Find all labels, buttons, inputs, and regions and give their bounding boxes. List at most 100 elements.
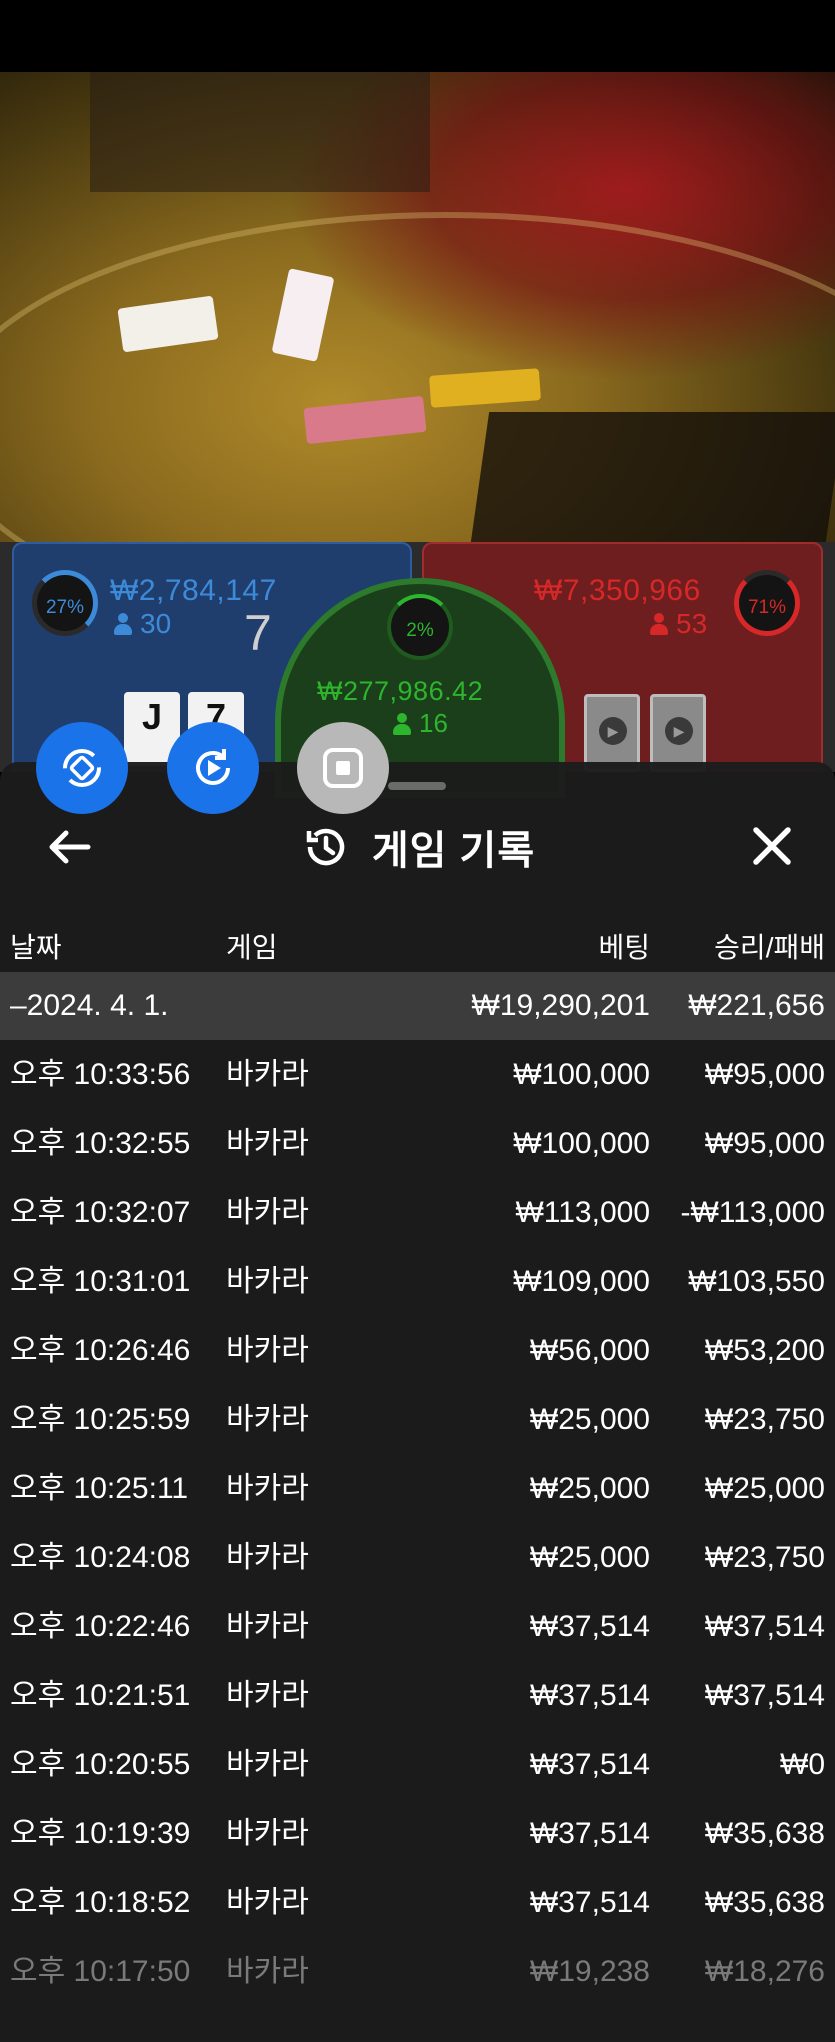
history-row[interactable]: 오후 10:24:08 바카라 ₩25,000 ₩23,750 — [0, 1523, 835, 1592]
title-text: 게임 기록 — [371, 829, 536, 873]
history-row[interactable]: 오후 10:21:51 바카라 ₩37,514 ₩37,514 — [0, 1661, 835, 1730]
player-score: 7 — [244, 605, 272, 661]
row-winloss: -₩113,000 — [680, 1196, 825, 1229]
row-bet: ₩37,514 — [529, 1817, 650, 1850]
player-percent-ring: 27% — [32, 570, 98, 636]
row-time: 오후 10:25:11 — [10, 1472, 189, 1505]
row-bet: ₩25,000 — [529, 1472, 650, 1505]
row-winloss: ₩18,276 — [704, 1955, 825, 1988]
row-game: 바카라 — [226, 1265, 309, 1298]
row-bet: ₩37,514 — [529, 1679, 650, 1712]
row-winloss: ₩103,550 — [688, 1265, 825, 1298]
row-winloss: ₩25,000 — [704, 1472, 825, 1505]
row-time: 오후 10:20:55 — [10, 1748, 191, 1781]
history-row[interactable]: 오후 10:17:50 바카라 ₩19,238 ₩18,276 — [0, 1937, 835, 2006]
row-game: 바카라 — [226, 1679, 309, 1712]
row-bet: ₩19,238 — [529, 1955, 650, 1988]
player-percent: 27% — [45, 597, 85, 618]
banker-card-back — [584, 694, 640, 772]
replay-button[interactable] — [167, 722, 259, 814]
row-winloss: ₩95,000 — [704, 1058, 825, 1091]
row-time: 오후 10:18:52 — [10, 1886, 191, 1919]
rotate-icon — [63, 749, 101, 787]
row-game: 바카라 — [226, 1058, 309, 1091]
drag-handle[interactable] — [388, 782, 446, 790]
row-time: 오후 10:22:46 — [10, 1610, 191, 1643]
row-time: 오후 10:17:50 — [10, 1955, 191, 1988]
stop-icon — [323, 748, 363, 788]
person-icon — [650, 613, 668, 635]
tie-percent: 2% — [406, 620, 434, 641]
row-time: 오후 10:32:07 — [10, 1196, 191, 1229]
row-time: 오후 10:31:01 — [10, 1265, 191, 1298]
history-row[interactable]: 오후 10:32:07 바카라 ₩113,000 -₩113,000 — [0, 1178, 835, 1247]
row-bet: ₩56,000 — [529, 1334, 650, 1367]
row-bet: ₩25,000 — [529, 1541, 650, 1574]
person-icon — [114, 613, 132, 635]
stop-button[interactable] — [297, 722, 389, 814]
row-winloss: ₩0 — [780, 1748, 825, 1781]
row-winloss: ₩95,000 — [704, 1127, 825, 1160]
row-winloss: ₩37,514 — [704, 1679, 825, 1712]
panel-title: 게임 기록 — [0, 812, 835, 882]
close-button[interactable] — [740, 814, 804, 878]
row-time: 오후 10:32:55 — [10, 1127, 191, 1160]
status-bar — [0, 0, 835, 72]
row-winloss: ₩35,638 — [704, 1886, 825, 1919]
summary-date: –2024. 4. 1. — [10, 989, 169, 1022]
row-bet: ₩37,514 — [529, 1610, 650, 1643]
row-game: 바카라 — [226, 1748, 309, 1781]
player-count: 30 — [114, 608, 171, 640]
row-winloss: ₩37,514 — [704, 1610, 825, 1643]
row-time: 오후 10:25:59 — [10, 1403, 191, 1436]
player-amount: ₩2,784,147 — [110, 574, 277, 607]
banker-percent-ring: 71% — [734, 570, 800, 636]
betting-board: 27% ₩2,784,147 30 7 J 7 ₩7,350,966 53 71… — [0, 542, 835, 798]
rotate-button[interactable] — [36, 722, 128, 814]
history-row[interactable]: 오후 10:25:59 바카라 ₩25,000 ₩23,750 — [0, 1385, 835, 1454]
summary-bet: ₩19,290,201 — [471, 989, 650, 1022]
history-row[interactable]: 오후 10:18:52 바카라 ₩37,514 ₩35,638 — [0, 1868, 835, 1937]
row-game: 바카라 — [226, 1955, 309, 1988]
row-game: 바카라 — [226, 1196, 309, 1229]
history-row[interactable]: 오후 10:31:01 바카라 ₩109,000 ₩103,550 — [0, 1247, 835, 1316]
game-history-panel: 게임 기록 날짜 게임 베팅 승리/패배 –2024. 4. 1. ₩19,29… — [0, 762, 835, 2042]
history-row[interactable]: 오후 10:22:46 바카라 ₩37,514 ₩37,514 — [0, 1592, 835, 1661]
banker-count: 53 — [650, 608, 707, 640]
replay-icon — [196, 749, 230, 785]
row-time: 오후 10:26:46 — [10, 1334, 191, 1367]
history-row[interactable]: 오후 10:32:55 바카라 ₩100,000 ₩95,000 — [0, 1109, 835, 1178]
history-list: –2024. 4. 1. ₩19,290,201 ₩221,656 오후 10:… — [0, 972, 835, 2006]
row-bet: ₩37,514 — [529, 1748, 650, 1781]
row-game: 바카라 — [226, 1127, 309, 1160]
history-row[interactable]: 오후 10:25:11 바카라 ₩25,000 ₩25,000 — [0, 1454, 835, 1523]
history-row[interactable]: 오후 10:26:46 바카라 ₩56,000 ₩53,200 — [0, 1316, 835, 1385]
row-game: 바카라 — [226, 1472, 309, 1505]
row-bet: ₩100,000 — [513, 1127, 650, 1160]
banker-amount: ₩7,350,966 — [534, 574, 701, 607]
row-game: 바카라 — [226, 1610, 309, 1643]
history-row[interactable]: 오후 10:20:55 바카라 ₩37,514 ₩0 — [0, 1730, 835, 1799]
date-summary-row[interactable]: –2024. 4. 1. ₩19,290,201 ₩221,656 — [0, 972, 835, 1040]
row-bet: ₩37,514 — [529, 1886, 650, 1919]
row-game: 바카라 — [226, 1334, 309, 1367]
row-game: 바카라 — [226, 1541, 309, 1574]
row-winloss: ₩35,638 — [704, 1817, 825, 1850]
row-time: 오후 10:21:51 — [10, 1679, 191, 1712]
row-time: 오후 10:19:39 — [10, 1817, 191, 1850]
row-bet: ₩113,000 — [515, 1196, 650, 1229]
row-time: 오후 10:33:56 — [10, 1058, 191, 1091]
row-winloss: ₩23,750 — [704, 1403, 825, 1436]
person-icon — [393, 712, 411, 735]
row-bet: ₩100,000 — [513, 1058, 650, 1091]
row-winloss: ₩53,200 — [704, 1334, 825, 1367]
banker-percent: 71% — [747, 597, 787, 618]
history-row[interactable]: 오후 10:33:56 바카라 ₩100,000 ₩95,000 — [0, 1040, 835, 1109]
history-row[interactable]: 오후 10:19:39 바카라 ₩37,514 ₩35,638 — [0, 1799, 835, 1868]
live-video — [0, 72, 835, 542]
tie-amount: ₩277,986.42 — [317, 676, 484, 706]
summary-winloss: ₩221,656 — [688, 989, 825, 1022]
row-game: 바카라 — [226, 1403, 309, 1436]
row-bet: ₩109,000 — [513, 1265, 650, 1298]
tie-count: 16 — [393, 708, 448, 739]
